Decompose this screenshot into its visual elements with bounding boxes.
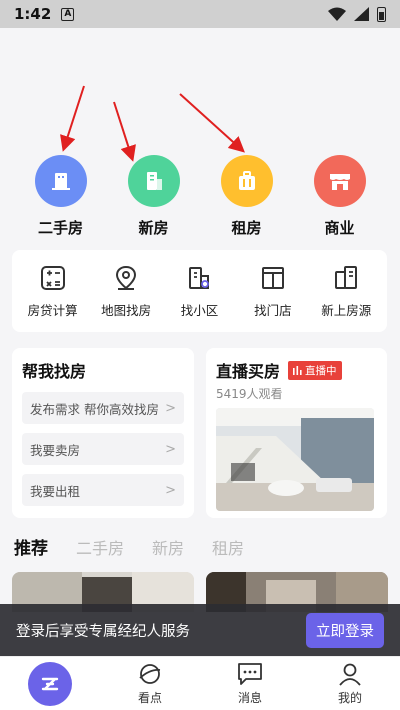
tool-find-store[interactable]: 找门店 — [237, 264, 309, 319]
wifi-icon — [328, 7, 346, 21]
help-card-title: 帮我找房 — [22, 362, 87, 381]
nav-label: 消息 — [237, 691, 262, 705]
category-rent[interactable]: 租房 — [207, 155, 287, 238]
viewer-count: 5419人观看 — [216, 387, 283, 401]
sell-house-label: 我要卖房 — [30, 442, 81, 458]
tool-new-listings[interactable]: 新上房源 — [310, 264, 382, 319]
tools-panel: 房贷计算 地图找房 找小区 找门店 新上房源 — [12, 250, 387, 332]
nav-messages[interactable]: 消息 — [210, 661, 290, 706]
sell-house-button[interactable]: 我要卖房 > — [22, 433, 184, 465]
battery-icon — [377, 6, 386, 22]
tool-mortgage-calculator[interactable]: 房贷计算 — [17, 264, 89, 319]
calculator-icon — [40, 265, 65, 290]
category-label: 租房 — [231, 219, 262, 237]
tool-find-community[interactable]: 找小区 — [163, 264, 235, 319]
help-find-house-card: 帮我找房 发布需求 帮你高效找房 > 我要卖房 > 我要出租 > — [12, 348, 194, 518]
arrow-3 — [179, 93, 245, 153]
new-listing-icon — [335, 265, 358, 289]
user-icon — [339, 663, 361, 686]
category-label: 商业 — [324, 219, 355, 237]
community-icon — [189, 266, 210, 289]
category-row: 二手房 新房 租房 商业 — [0, 155, 400, 238]
arrow-1 — [60, 85, 85, 152]
tool-map-search[interactable]: 地图找房 — [90, 264, 162, 319]
chevron-right-icon: > — [165, 441, 176, 457]
chevron-right-icon: > — [165, 482, 176, 498]
building-icon — [34, 155, 87, 207]
nav-home[interactable] — [10, 661, 90, 706]
suitcase-icon — [220, 155, 273, 207]
live-buy-card[interactable]: 直播买房 直播中 5419人观看 — [206, 348, 387, 518]
map-pin-icon — [116, 265, 137, 290]
publish-request-button[interactable]: 发布需求 帮你高效找房 > — [22, 392, 184, 424]
tool-label: 找小区 — [180, 302, 219, 318]
notification-icon: A — [61, 7, 75, 21]
publish-request-label: 发布需求 帮你高效找房 — [30, 401, 159, 417]
category-new-house[interactable]: 新房 — [114, 155, 194, 238]
message-icon — [238, 663, 262, 685]
category-label: 二手房 — [37, 219, 83, 237]
feed-tabs: 推荐 二手房 新房 租房 — [14, 534, 244, 559]
live-room-image[interactable] — [216, 408, 374, 511]
live-badge-label: 直播中 — [305, 364, 337, 377]
live-badge: 直播中 — [288, 360, 342, 380]
nav-highlights[interactable]: 看点 — [110, 661, 190, 706]
tab-second-hand[interactable]: 二手房 — [76, 535, 124, 559]
tab-rent[interactable]: 租房 — [212, 535, 244, 559]
tool-label: 新上房源 — [321, 302, 372, 318]
annotation-arrows — [60, 85, 245, 162]
status-bar: 1:42 A — [0, 0, 400, 28]
chevron-right-icon: > — [165, 400, 176, 416]
arrow-2 — [113, 101, 136, 162]
login-prompt-bar: 登录后享受专属经纪人服务 立即登录 — [0, 604, 400, 656]
rent-out-button[interactable]: 我要出租 > — [22, 474, 184, 506]
status-time: 1:42 — [14, 5, 52, 23]
bottom-nav: 看点 消息 我的 — [0, 656, 400, 710]
live-card-title: 直播买房 — [216, 362, 281, 381]
tab-recommend[interactable]: 推荐 — [14, 534, 48, 559]
tool-label: 地图找房 — [101, 302, 152, 318]
rent-out-label: 我要出租 — [30, 483, 81, 499]
nav-profile[interactable]: 我的 — [310, 661, 390, 706]
new-building-icon — [127, 155, 180, 207]
nav-label: 我的 — [337, 691, 362, 705]
tool-label: 找门店 — [254, 302, 292, 318]
planet-icon — [139, 664, 161, 684]
signal-icon — [354, 7, 369, 21]
category-commercial[interactable]: 商业 — [300, 155, 380, 238]
category-second-hand[interactable]: 二手房 — [21, 155, 101, 238]
category-label: 新房 — [138, 219, 169, 237]
nav-label: 看点 — [137, 691, 162, 705]
shop-icon — [313, 155, 366, 207]
login-button[interactable]: 立即登录 — [306, 612, 384, 648]
tool-label: 房贷计算 — [27, 302, 78, 318]
tab-new-house[interactable]: 新房 — [152, 535, 184, 559]
login-prompt-text: 登录后享受专属经纪人服务 — [16, 623, 190, 640]
live-bars-icon — [293, 365, 302, 375]
store-icon — [261, 266, 284, 289]
home-logo-icon — [28, 661, 72, 706]
